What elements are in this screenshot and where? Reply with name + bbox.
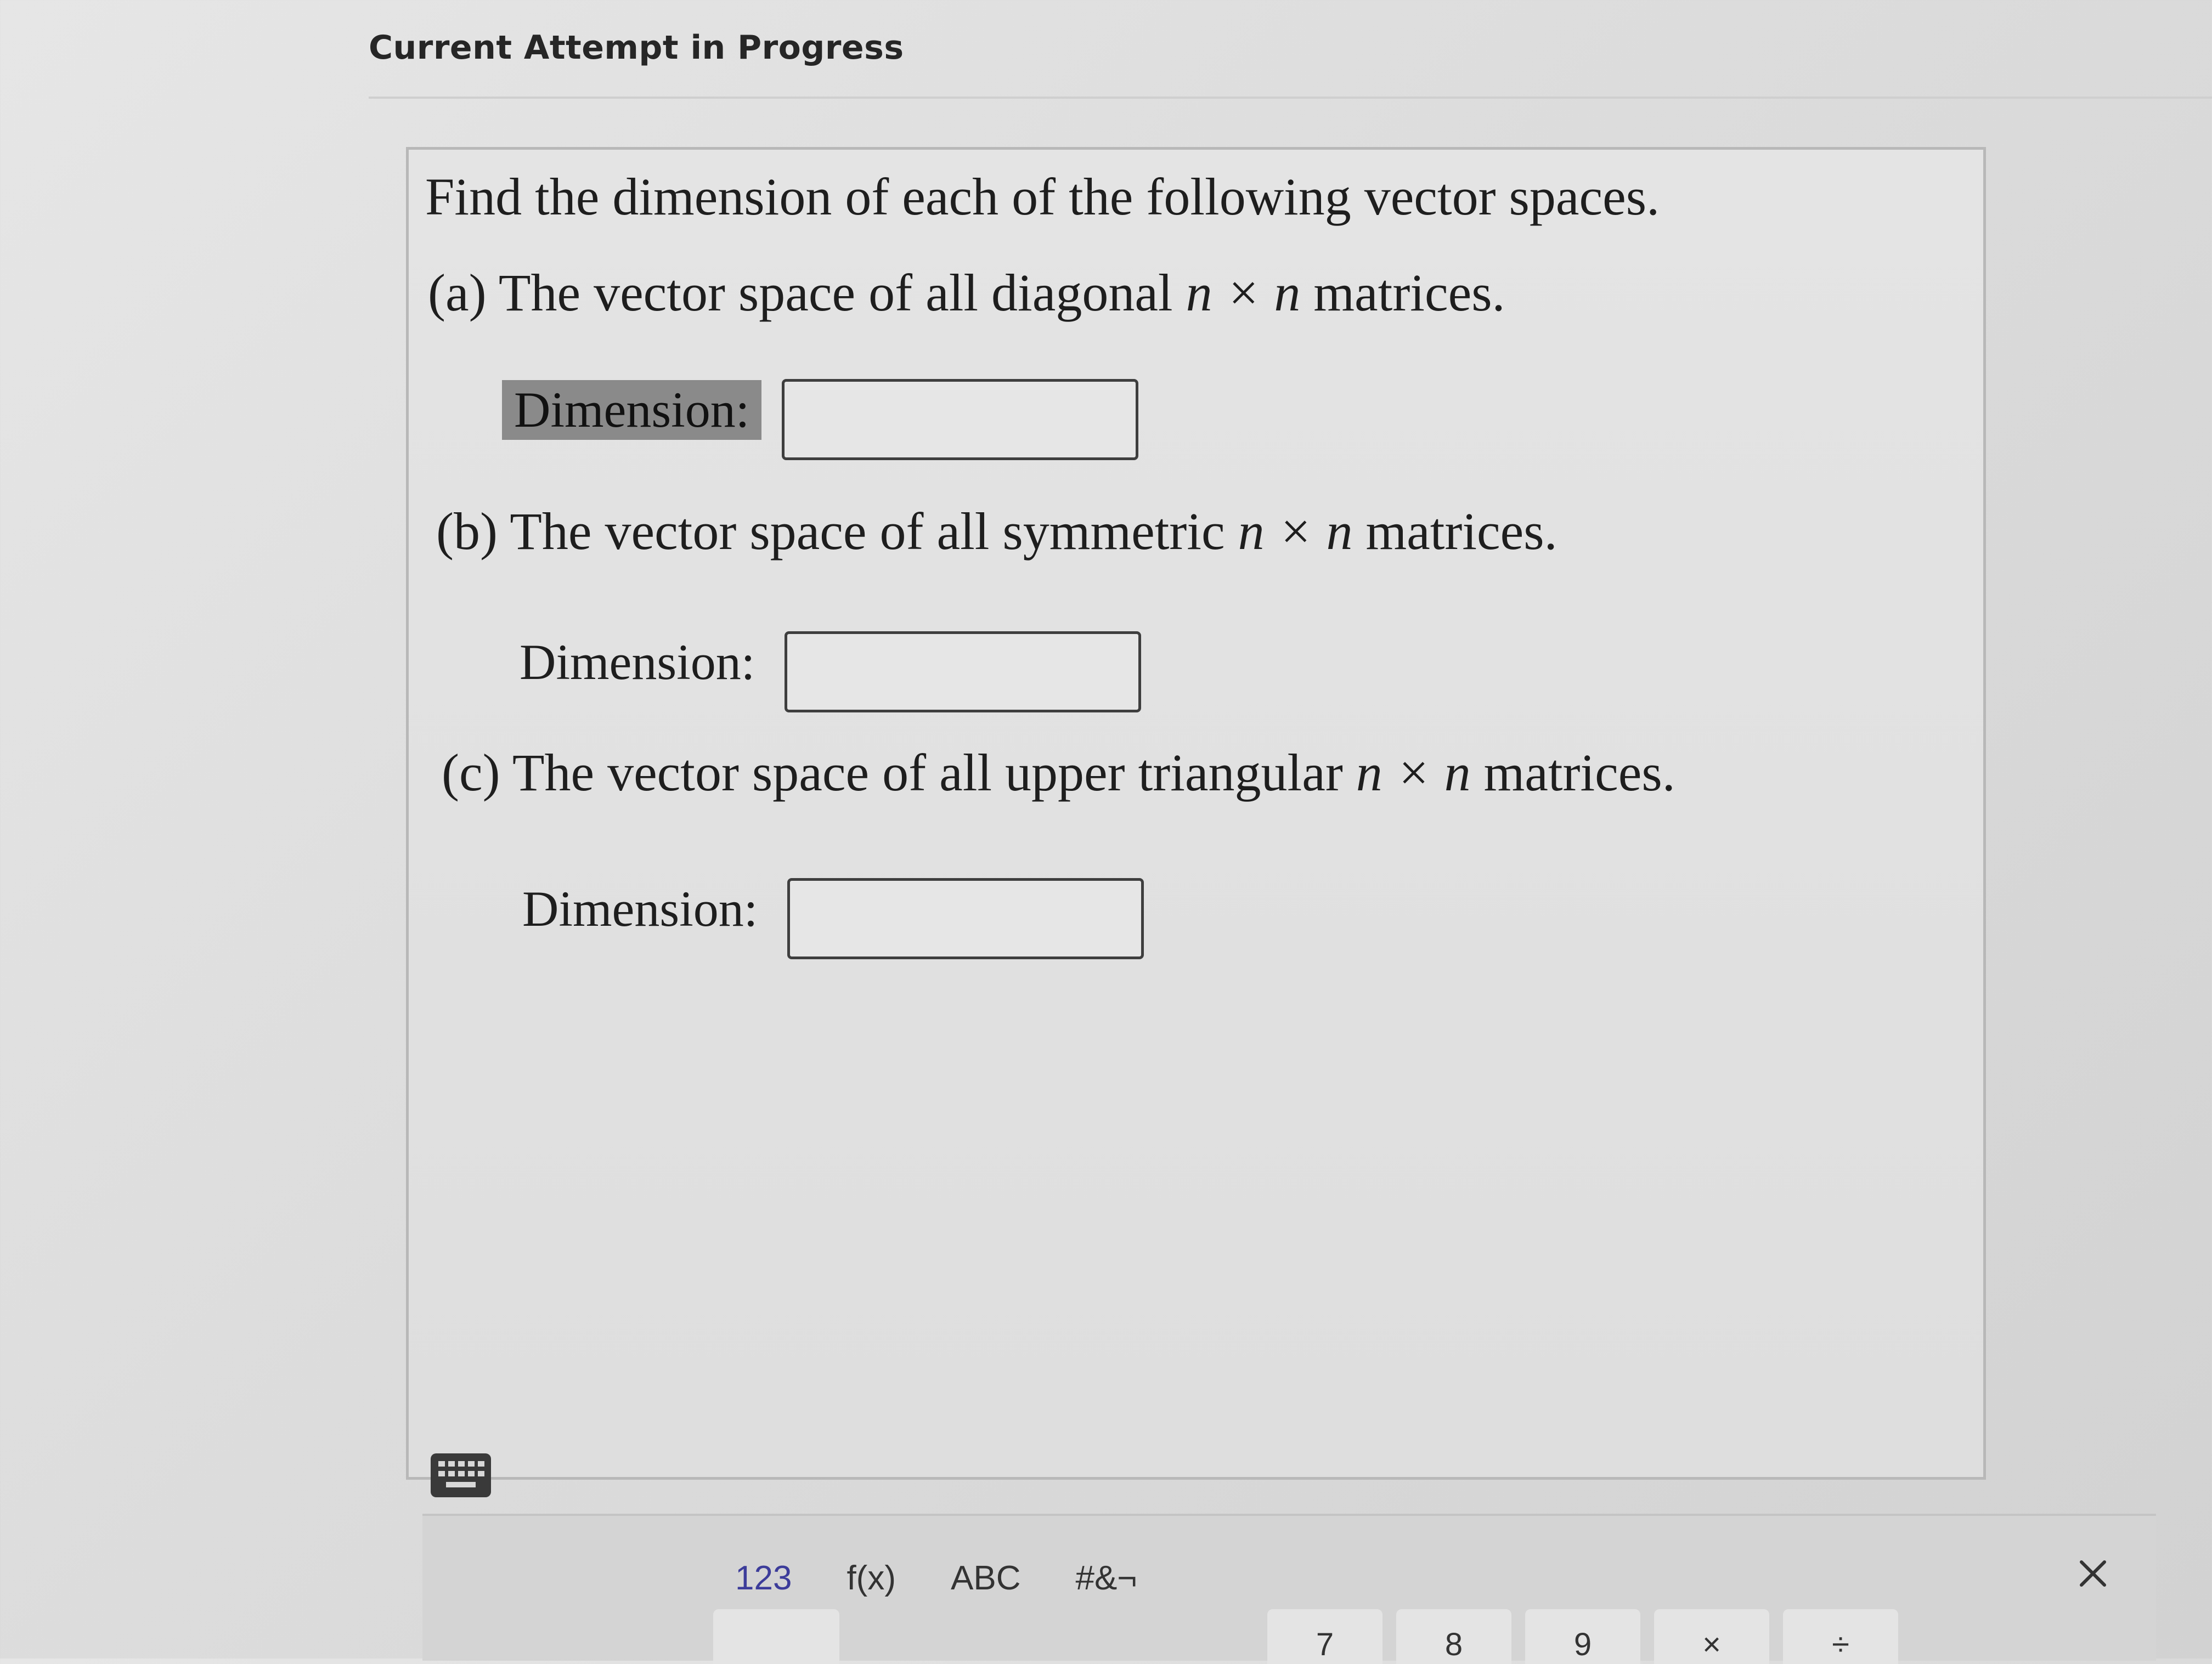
part-a-dimension-label: Dimension:	[502, 380, 762, 440]
part-b-dimension-label: Dimension:	[520, 634, 755, 690]
header-divider	[369, 97, 2212, 99]
part-c-suffix: matrices.	[1483, 743, 1675, 802]
math-keyboard-panel: 123 f(x) ABC #&¬ 7 8 9 × ÷	[422, 1514, 2156, 1664]
part-c-text: (c) The vector space of all upper triang…	[442, 742, 1675, 803]
part-a-math: n × n	[1186, 263, 1301, 322]
key-9[interactable]: 9	[1525, 1609, 1640, 1664]
part-b-math: n × n	[1238, 502, 1353, 561]
attempt-header: Current Attempt in Progress	[369, 29, 904, 67]
part-c-dimension-label: Dimension:	[522, 881, 758, 937]
part-a-prefix: (a) The vector space of all diagonal	[428, 263, 1173, 322]
tab-123[interactable]: 123	[735, 1559, 792, 1598]
key-divide[interactable]: ÷	[1783, 1609, 1898, 1664]
keyboard-tabs: 123 f(x) ABC #&¬	[735, 1559, 1192, 1598]
part-a-suffix: matrices.	[1313, 263, 1505, 322]
keyboard-toggle-button[interactable]	[431, 1453, 491, 1497]
question-intro: Find the dimension of each of the follow…	[425, 167, 1660, 226]
part-c-math: n × n	[1356, 743, 1471, 802]
part-a-text: (a) The vector space of all diagonal n ×…	[428, 262, 1505, 323]
tab-abc[interactable]: ABC	[951, 1559, 1020, 1598]
close-icon	[2074, 1560, 2112, 1595]
question-panel: Find the dimension of each of the follow…	[406, 147, 2046, 1612]
key-blank[interactable]	[713, 1609, 839, 1664]
part-c-dimension-input[interactable]	[787, 878, 1144, 959]
key-8[interactable]: 8	[1396, 1609, 1511, 1664]
part-b-text: (b) The vector space of all symmetric n …	[436, 501, 1558, 562]
keyboard-close-button[interactable]	[2074, 1554, 2112, 1593]
part-c-prefix: (c) The vector space of all upper triang…	[442, 743, 1343, 802]
tab-symbols[interactable]: #&¬	[1075, 1559, 1137, 1598]
key-7[interactable]: 7	[1267, 1609, 1383, 1664]
part-b-dimension-input[interactable]	[785, 631, 1141, 712]
part-b-suffix: matrices.	[1365, 502, 1558, 561]
keyboard-icon	[431, 1453, 491, 1497]
part-a-dimension-input[interactable]	[782, 379, 1138, 460]
tab-functions[interactable]: f(x)	[847, 1559, 896, 1598]
keyboard-key-row: 7 8 9 × ÷	[713, 1609, 2140, 1664]
part-b-prefix: (b) The vector space of all symmetric	[436, 502, 1225, 561]
key-multiply[interactable]: ×	[1654, 1609, 1769, 1664]
